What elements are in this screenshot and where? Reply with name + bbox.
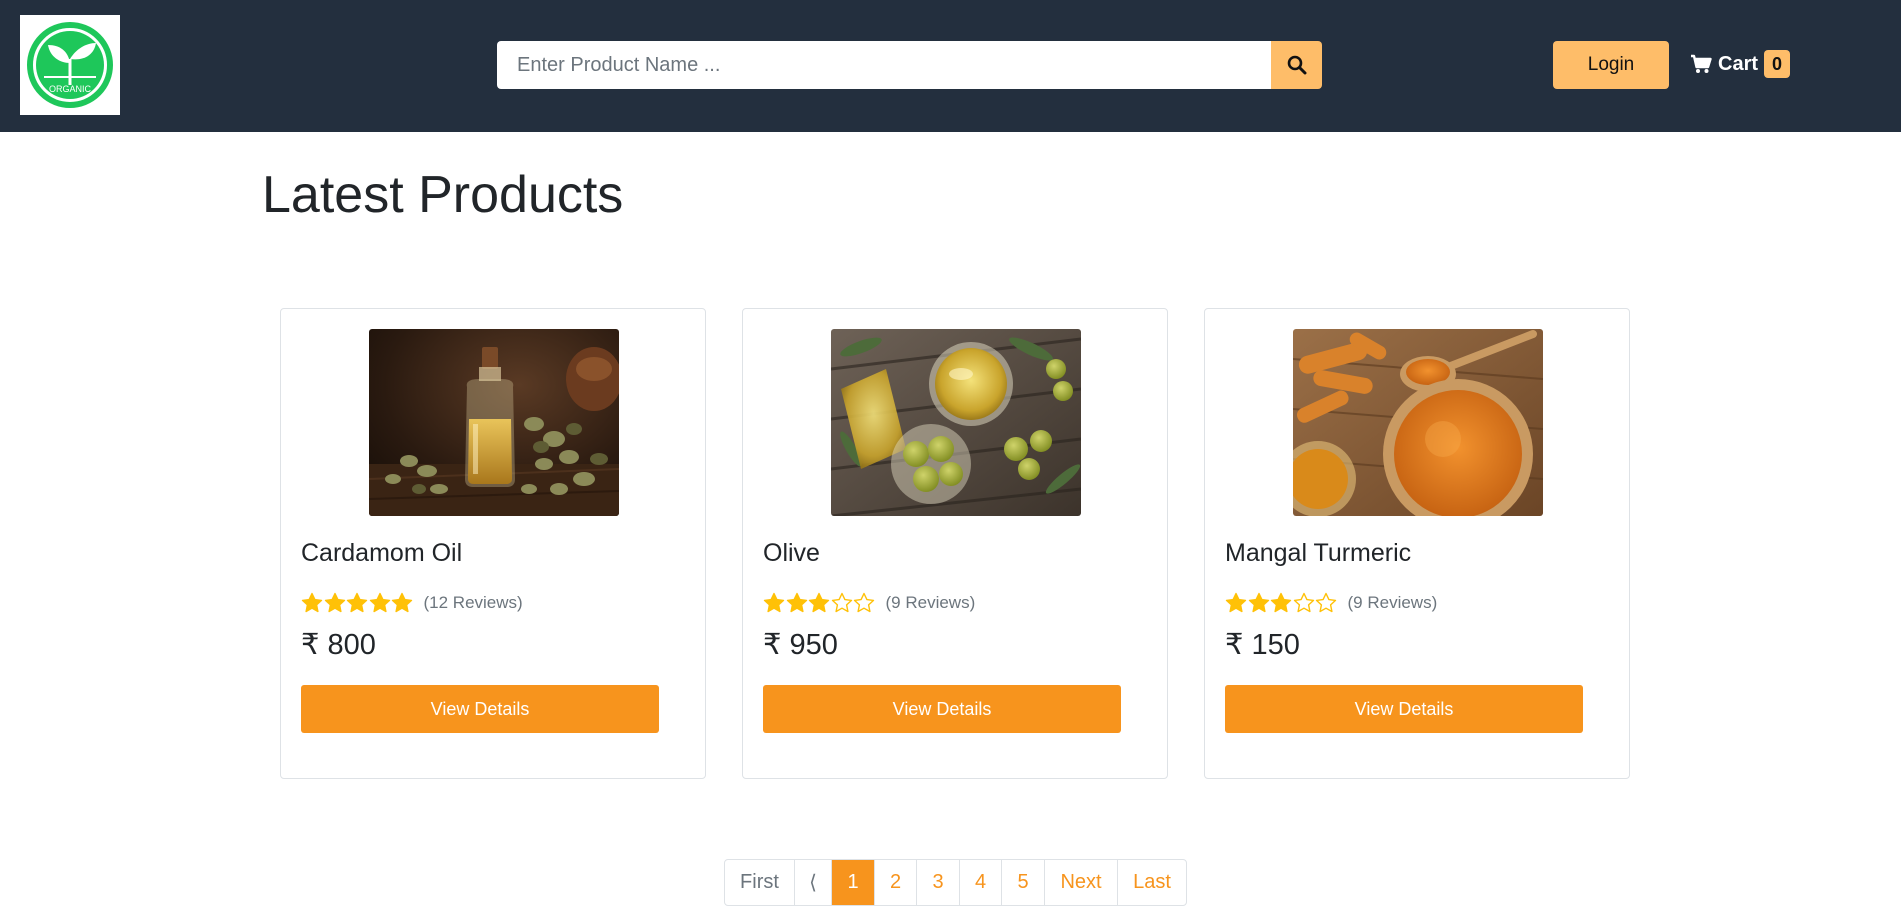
- star-empty-icon: [1315, 592, 1337, 613]
- star-filled-icon: [808, 592, 830, 613]
- star-empty-icon: [1293, 592, 1314, 613]
- product-name[interactable]: Olive: [763, 539, 820, 568]
- star-empty-icon: [831, 592, 852, 613]
- product-card-cardamom-oil: Cardamom Oil (12 Reviews) ₹ 800 View Det…: [280, 308, 706, 779]
- page-1[interactable]: 1: [832, 860, 875, 905]
- view-details-button[interactable]: View Details: [763, 685, 1121, 733]
- product-price: ₹ 950: [763, 629, 838, 661]
- product-card-olive: Olive (9 Reviews) ₹ 950 View Details: [742, 308, 1168, 779]
- logo-text: ORGANIC: [49, 84, 92, 94]
- view-details-button[interactable]: View Details: [1225, 685, 1583, 733]
- page-3[interactable]: 3: [917, 860, 960, 905]
- star-filled-icon: [324, 592, 345, 613]
- page-5[interactable]: 5: [1002, 860, 1045, 905]
- review-count: (9 Reviews): [885, 593, 976, 612]
- star-filled-icon: [346, 592, 368, 613]
- star-filled-icon: [763, 592, 785, 613]
- review-count: (12 Reviews): [423, 593, 523, 612]
- product-name[interactable]: Cardamom Oil: [301, 539, 462, 568]
- pagination: First ⟨ 1 2 3 4 5 Next Last: [724, 859, 1187, 906]
- search-button[interactable]: [1271, 41, 1322, 89]
- page-prev[interactable]: ⟨: [795, 860, 832, 905]
- rating-stars: [763, 592, 876, 614]
- star-filled-icon: [1248, 592, 1269, 613]
- view-details-button[interactable]: View Details: [301, 685, 659, 733]
- brand-logo[interactable]: ORGANIC: [20, 15, 120, 115]
- star-empty-icon: [853, 592, 875, 613]
- page-first[interactable]: First: [725, 860, 795, 905]
- page-last[interactable]: Last: [1118, 860, 1186, 905]
- search-bar: [497, 41, 1322, 89]
- navbar: ORGANIC Login Cart 0: [0, 0, 1901, 132]
- product-image-olive[interactable]: [831, 329, 1081, 516]
- product-rating: (9 Reviews): [763, 592, 975, 614]
- page-title: Latest Products: [262, 166, 624, 224]
- product-rating: (9 Reviews): [1225, 592, 1437, 614]
- product-image-mangal-turmeric[interactable]: [1293, 329, 1543, 516]
- star-filled-icon: [369, 592, 390, 613]
- cart-icon: [1690, 54, 1712, 74]
- cart-count-badge: 0: [1764, 50, 1791, 78]
- organic-logo-icon: ORGANIC: [27, 22, 113, 108]
- search-input[interactable]: [497, 41, 1271, 89]
- star-filled-icon: [301, 592, 323, 613]
- search-icon: [1287, 55, 1306, 75]
- login-button[interactable]: Login: [1553, 41, 1669, 89]
- review-count: (9 Reviews): [1347, 593, 1438, 612]
- product-price: ₹ 150: [1225, 629, 1300, 661]
- product-image-cardamom-oil[interactable]: [369, 329, 619, 516]
- rating-stars: [301, 592, 414, 614]
- cart-link[interactable]: Cart 0: [1690, 48, 1791, 80]
- star-filled-icon: [1225, 592, 1247, 613]
- product-rating: (12 Reviews): [301, 592, 523, 614]
- rating-stars: [1225, 592, 1338, 614]
- product-card-mangal-turmeric: Mangal Turmeric (9 Reviews) ₹ 150 View D…: [1204, 308, 1630, 779]
- page-next[interactable]: Next: [1045, 860, 1118, 905]
- product-price: ₹ 800: [301, 629, 376, 661]
- product-name[interactable]: Mangal Turmeric: [1225, 539, 1411, 568]
- page-4[interactable]: 4: [960, 860, 1002, 905]
- page-2[interactable]: 2: [875, 860, 917, 905]
- star-filled-icon: [391, 592, 413, 613]
- cart-label: Cart: [1718, 52, 1759, 75]
- star-filled-icon: [1270, 592, 1292, 613]
- star-filled-icon: [786, 592, 807, 613]
